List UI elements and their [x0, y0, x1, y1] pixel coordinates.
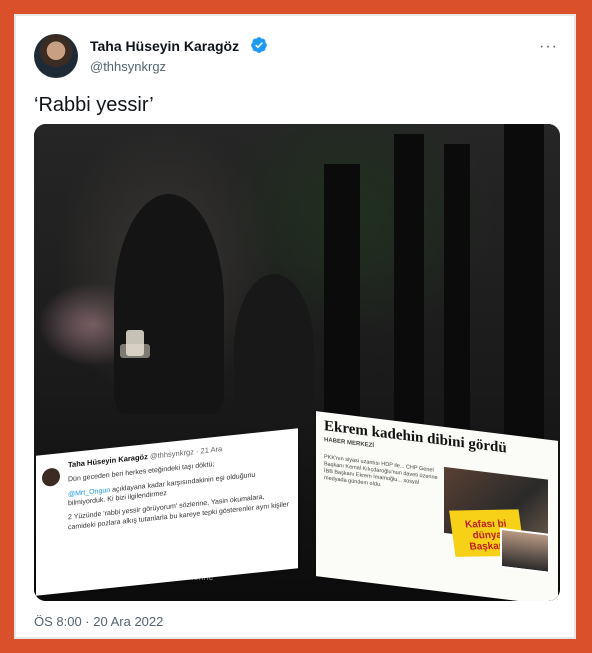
- verified-badge-icon: [251, 37, 267, 53]
- embedded-tweet-screenshot: Taha Hüseyin Karagöz @thhsynkrgz · 21 Ar…: [36, 428, 298, 596]
- table-light: [120, 344, 150, 358]
- tweet-timestamp[interactable]: ÖS 8:00 · 20 Ara 2022: [34, 614, 163, 629]
- newspaper-clipping: Ekrem kadehin dibini gördü HABER MERKEZİ…: [316, 411, 558, 601]
- tweet-text: ‘Rabbi yessir’: [34, 94, 154, 116]
- tweet-card[interactable]: Taha Hüseyin Karagöz @thhsynkrgz ··· ‘Ra…: [14, 14, 576, 639]
- pillar: [444, 144, 470, 444]
- pillar: [324, 164, 360, 444]
- tweet-media[interactable]: ...lerine Taha Hüseyin Karagöz @thhsynkr…: [34, 124, 560, 601]
- pillar: [394, 134, 424, 454]
- person-silhouette: [234, 274, 314, 424]
- author-handle[interactable]: @thhsynkrgz: [90, 59, 166, 74]
- newspaper-body: PKK'nın siyasi uzantısı HDP ile... CHP G…: [324, 454, 438, 489]
- more-options-icon[interactable]: ···: [539, 38, 558, 56]
- embedded-avatar: [42, 467, 60, 488]
- newspaper-inset-photo: [500, 527, 550, 574]
- pillar: [504, 124, 544, 444]
- person-silhouette: [114, 194, 224, 414]
- author-name[interactable]: Taha Hüseyin Karagöz: [90, 38, 239, 54]
- avatar[interactable]: [34, 34, 78, 78]
